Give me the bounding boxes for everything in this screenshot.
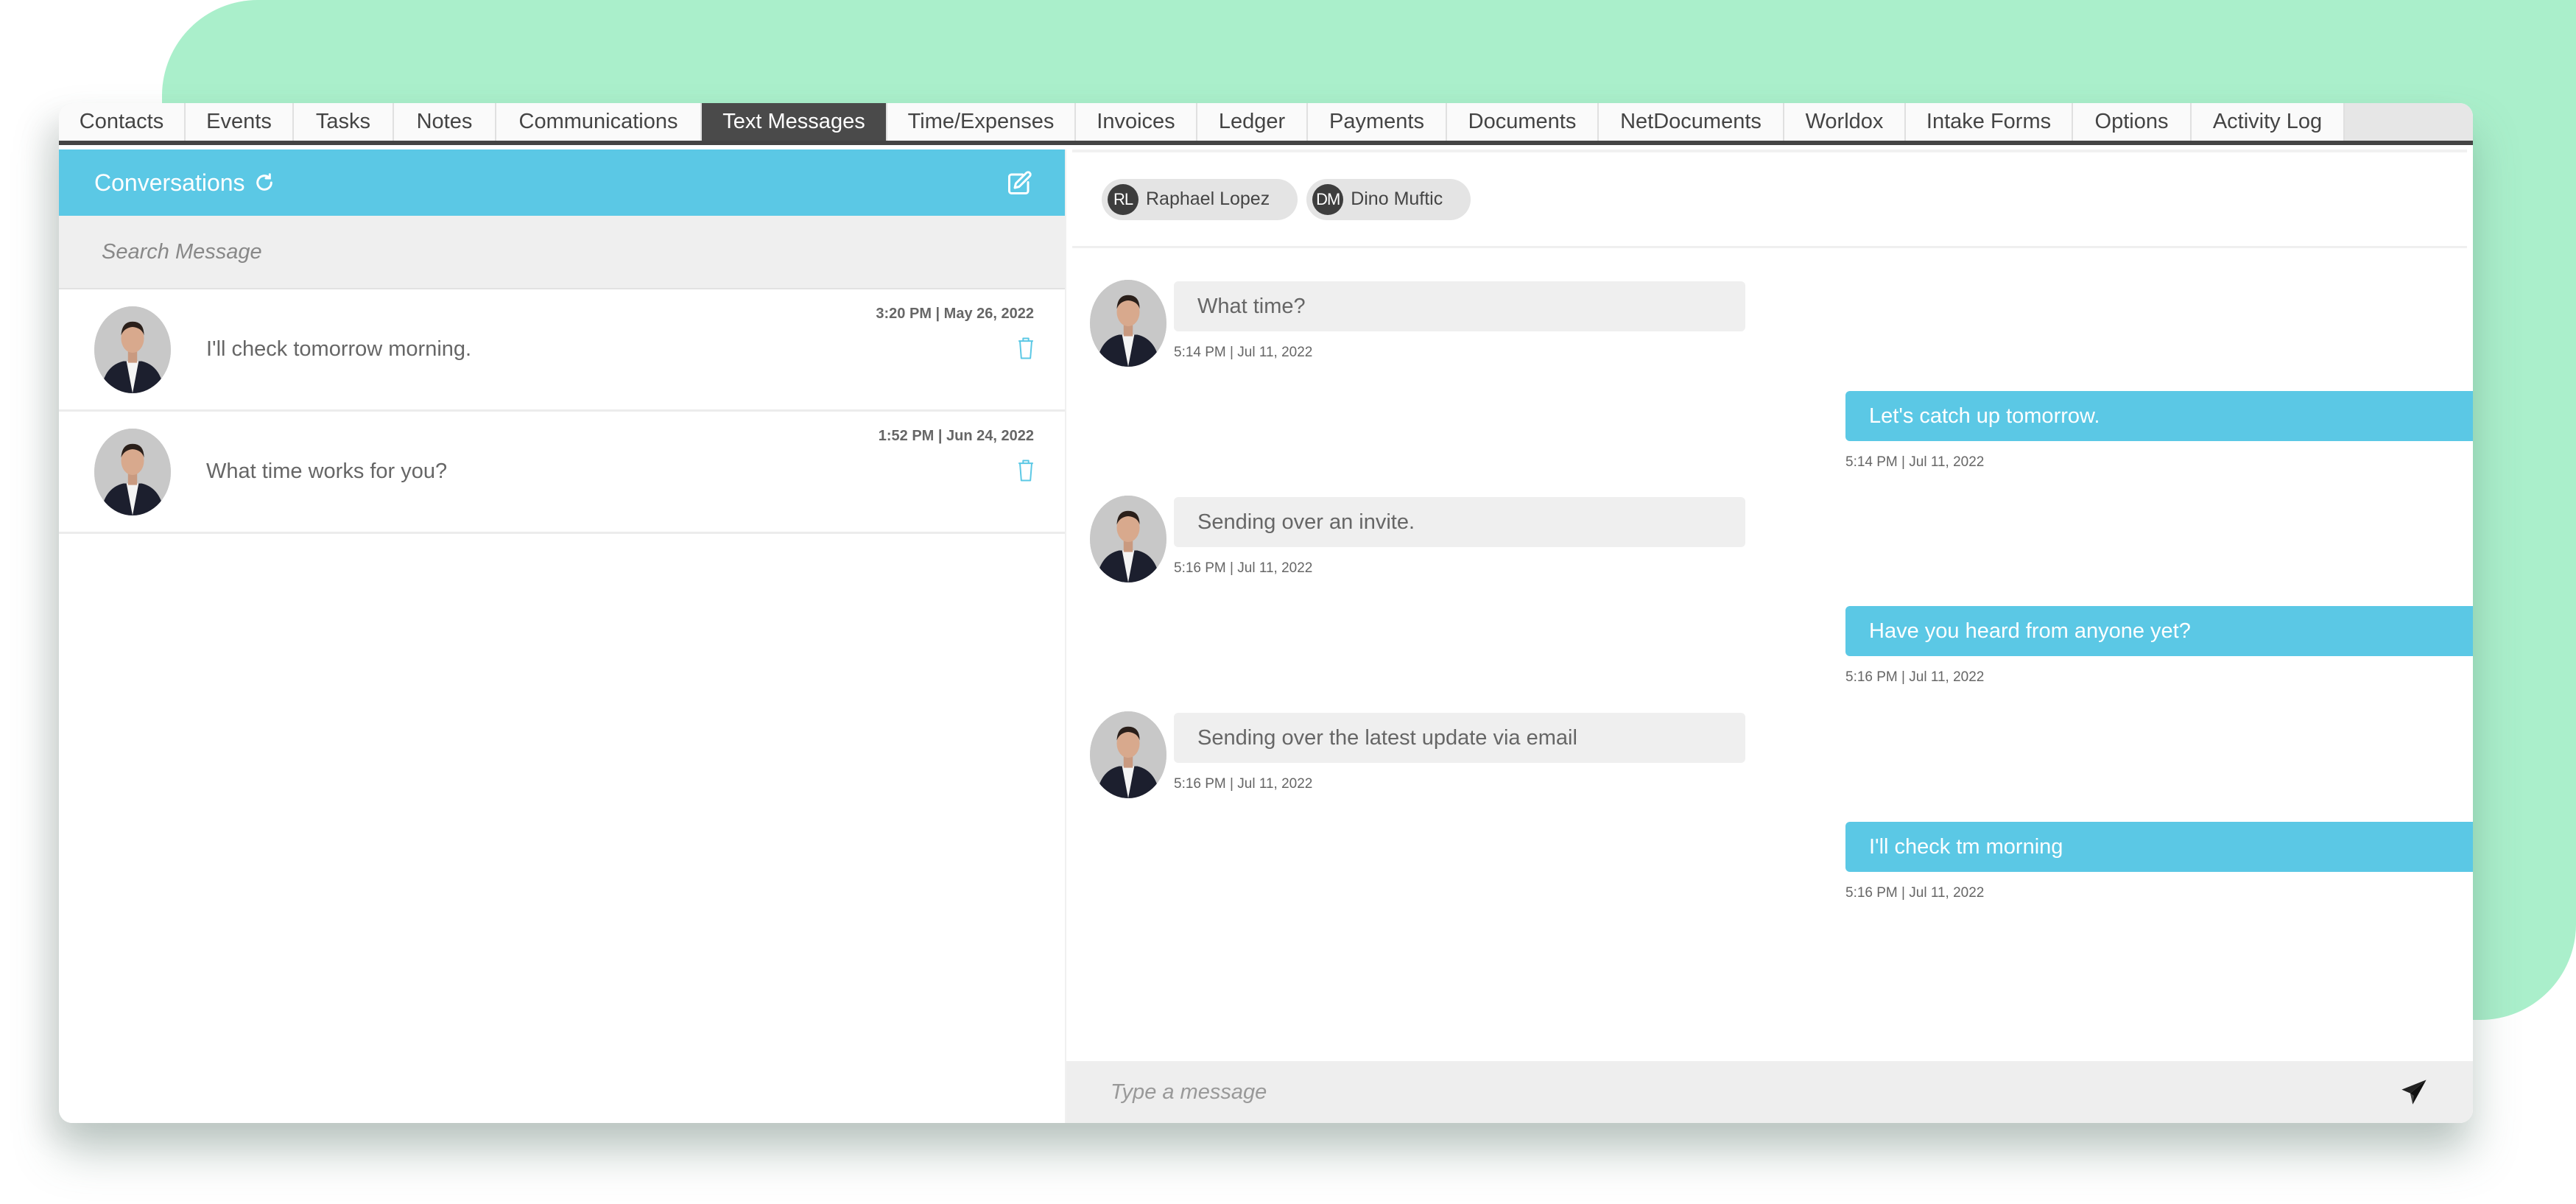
participant-chip[interactable]: DM Dino Muftic bbox=[1306, 178, 1471, 220]
edit-icon[interactable] bbox=[1006, 170, 1032, 197]
search-bar bbox=[59, 216, 1065, 289]
message-timestamp: 5:16 PM | Jul 11, 2022 bbox=[1174, 560, 1313, 576]
tab-bar: Contacts Events Tasks Notes Communicatio… bbox=[59, 103, 2473, 145]
app-window: Contacts Events Tasks Notes Communicatio… bbox=[59, 103, 2473, 1123]
message-incoming: What time? 5:14 PM | Jul 11, 2022 bbox=[1090, 280, 1745, 367]
conversation-item[interactable]: I'll check tomorrow morning. 3:20 PM | M… bbox=[59, 289, 1065, 412]
message-bubble: What time? bbox=[1174, 281, 1745, 331]
tab-invoices[interactable]: Invoices bbox=[1076, 103, 1197, 141]
tab-tasks[interactable]: Tasks bbox=[294, 103, 394, 141]
tab-notes[interactable]: Notes bbox=[394, 103, 496, 141]
send-icon[interactable] bbox=[2399, 1077, 2429, 1107]
avatar bbox=[1090, 280, 1166, 367]
tab-activity-log[interactable]: Activity Log bbox=[2192, 103, 2345, 141]
message-timestamp: 5:16 PM | Jul 11, 2022 bbox=[1845, 885, 1985, 901]
conversations-pane: Conversations Search Message I'll check … bbox=[59, 149, 1066, 1123]
refresh-icon[interactable] bbox=[253, 171, 276, 194]
message-bubble: Sending over an invite. bbox=[1174, 497, 1745, 547]
search-input[interactable] bbox=[59, 216, 1065, 288]
message-bubble: Have you heard from anyone yet? bbox=[1845, 606, 2473, 656]
person-photo-icon bbox=[1090, 280, 1166, 367]
participant-initials: RL bbox=[1108, 183, 1139, 215]
participant-chip[interactable]: RL Raphael Lopez bbox=[1102, 178, 1298, 220]
avatar bbox=[94, 428, 171, 515]
tab-text-messages[interactable]: Text Messages bbox=[702, 103, 887, 141]
trash-icon[interactable] bbox=[1016, 459, 1035, 482]
message-timestamp: 5:16 PM | Jul 11, 2022 bbox=[1845, 669, 1985, 685]
tab-options[interactable]: Options bbox=[2073, 103, 2192, 141]
participant-initials: DM bbox=[1312, 183, 1344, 215]
conversation-preview: I'll check tomorrow morning. bbox=[206, 337, 472, 361]
tab-netdocuments[interactable]: NetDocuments bbox=[1599, 103, 1784, 141]
tab-communications[interactable]: Communications bbox=[496, 103, 702, 141]
chat-pane: RL Raphael Lopez DM Dino Muftic What tim… bbox=[1066, 149, 2473, 1123]
message-timestamp: 5:14 PM | Jul 11, 2022 bbox=[1845, 454, 1985, 470]
message-bubble: Sending over the latest update via email bbox=[1174, 713, 1745, 763]
conversations-title: Conversations bbox=[94, 169, 245, 196]
participant-name: Dino Muftic bbox=[1351, 189, 1443, 209]
conversation-timestamp: 1:52 PM | Jun 24, 2022 bbox=[878, 428, 1034, 444]
tab-events[interactable]: Events bbox=[186, 103, 294, 141]
message-outgoing: Have you heard from anyone yet? 5:16 PM … bbox=[1845, 606, 2473, 686]
trash-icon[interactable] bbox=[1016, 337, 1035, 360]
conversations-header: Conversations bbox=[59, 149, 1065, 216]
tab-documents[interactable]: Documents bbox=[1447, 103, 1599, 141]
person-photo-icon bbox=[1090, 711, 1166, 798]
participant-name: Raphael Lopez bbox=[1146, 189, 1270, 209]
message-outgoing: Let's catch up tomorrow. 5:14 PM | Jul 1… bbox=[1845, 391, 2473, 471]
person-photo-icon bbox=[94, 306, 171, 393]
tab-contacts[interactable]: Contacts bbox=[59, 103, 186, 141]
tab-worldox[interactable]: Worldox bbox=[1784, 103, 1906, 141]
avatar bbox=[94, 306, 171, 393]
person-photo-icon bbox=[94, 428, 171, 515]
conversation-preview: What time works for you? bbox=[206, 460, 448, 483]
message-bubble: Let's catch up tomorrow. bbox=[1845, 391, 2473, 441]
message-composer bbox=[1066, 1061, 2473, 1123]
tab-payments[interactable]: Payments bbox=[1308, 103, 1447, 141]
person-photo-icon bbox=[1090, 496, 1166, 582]
message-input[interactable] bbox=[1111, 1080, 2399, 1105]
message-outgoing: I'll check tm morning 5:16 PM | Jul 11, … bbox=[1845, 822, 2473, 901]
message-timestamp: 5:16 PM | Jul 11, 2022 bbox=[1174, 776, 1313, 792]
tab-time-expenses[interactable]: Time/Expenses bbox=[887, 103, 1076, 141]
message-bubble: I'll check tm morning bbox=[1845, 822, 2473, 872]
tab-intake-forms[interactable]: Intake Forms bbox=[1906, 103, 2073, 141]
avatar bbox=[1090, 496, 1166, 582]
message-list: What time? 5:14 PM | Jul 11, 2022 Let's … bbox=[1066, 248, 2473, 985]
participants-bar: RL Raphael Lopez DM Dino Muftic bbox=[1072, 149, 2467, 248]
conversation-item[interactable]: What time works for you? 1:52 PM | Jun 2… bbox=[59, 412, 1065, 534]
message-timestamp: 5:14 PM | Jul 11, 2022 bbox=[1174, 345, 1313, 360]
conversation-timestamp: 3:20 PM | May 26, 2022 bbox=[876, 306, 1034, 322]
message-incoming: Sending over an invite. 5:16 PM | Jul 11… bbox=[1090, 496, 1745, 582]
avatar bbox=[1090, 711, 1166, 798]
tab-ledger[interactable]: Ledger bbox=[1197, 103, 1308, 141]
message-incoming: Sending over the latest update via email… bbox=[1090, 711, 1745, 798]
